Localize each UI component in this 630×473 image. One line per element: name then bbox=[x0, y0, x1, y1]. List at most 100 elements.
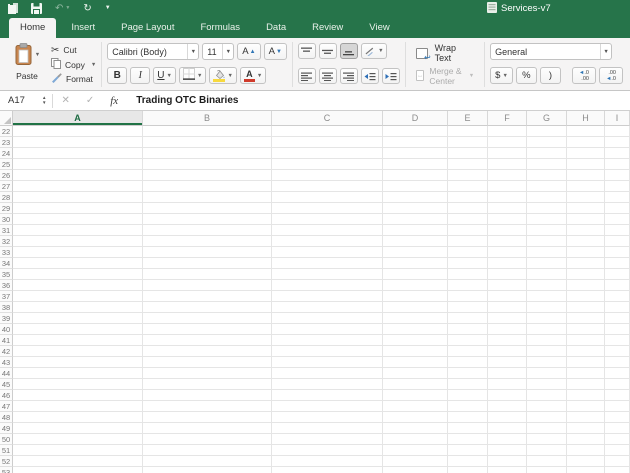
cell-G36[interactable] bbox=[527, 280, 567, 291]
cell-E28[interactable] bbox=[448, 192, 488, 203]
cell-F37[interactable] bbox=[488, 291, 527, 302]
cell-C53[interactable] bbox=[272, 467, 383, 473]
row-header-32[interactable]: 32 bbox=[0, 236, 13, 247]
cell-C46[interactable] bbox=[272, 390, 383, 401]
cell-I32[interactable] bbox=[605, 236, 630, 247]
select-all-corner[interactable] bbox=[0, 111, 13, 126]
cell-G27[interactable] bbox=[527, 181, 567, 192]
cell-E49[interactable] bbox=[448, 423, 488, 434]
cell-D23[interactable] bbox=[383, 137, 448, 148]
cell-D42[interactable] bbox=[383, 346, 448, 357]
cell-D29[interactable] bbox=[383, 203, 448, 214]
row-header-51[interactable]: 51 bbox=[0, 445, 13, 456]
column-header-C[interactable]: C bbox=[272, 111, 383, 126]
row-header-48[interactable]: 48 bbox=[0, 412, 13, 423]
cell-G37[interactable] bbox=[527, 291, 567, 302]
formula-input[interactable]: Trading OTC Binaries bbox=[136, 95, 238, 106]
row-header-30[interactable]: 30 bbox=[0, 214, 13, 225]
cancel-button[interactable]: ✕ bbox=[53, 95, 77, 106]
cell-G45[interactable] bbox=[527, 379, 567, 390]
currency-format-button[interactable]: $ ▼ bbox=[490, 67, 513, 84]
cell-H45[interactable] bbox=[567, 379, 605, 390]
cell-C36[interactable] bbox=[272, 280, 383, 291]
format-button[interactable]: Format bbox=[51, 73, 96, 85]
paste-dropdown-icon[interactable]: ▼ bbox=[35, 52, 40, 58]
align-bottom-button[interactable] bbox=[340, 43, 358, 59]
cell-G34[interactable] bbox=[527, 258, 567, 269]
cell-H49[interactable] bbox=[567, 423, 605, 434]
font-family-select[interactable]: Calibri (Body) ▼ bbox=[107, 43, 199, 60]
cell-E39[interactable] bbox=[448, 313, 488, 324]
cell-F41[interactable] bbox=[488, 335, 527, 346]
cell-I24[interactable] bbox=[605, 148, 630, 159]
cell-F29[interactable] bbox=[488, 203, 527, 214]
cell-H25[interactable] bbox=[567, 159, 605, 170]
name-box-stepper[interactable]: ▲▼ bbox=[42, 96, 46, 105]
cell-B33[interactable] bbox=[143, 247, 272, 258]
cell-B45[interactable] bbox=[143, 379, 272, 390]
cell-E42[interactable] bbox=[448, 346, 488, 357]
cell-E45[interactable] bbox=[448, 379, 488, 390]
row-header-29[interactable]: 29 bbox=[0, 203, 13, 214]
cell-B38[interactable] bbox=[143, 302, 272, 313]
row-header-31[interactable]: 31 bbox=[0, 225, 13, 236]
column-header-E[interactable]: E bbox=[448, 111, 488, 126]
customize-toolbar-icon[interactable]: ▼ bbox=[105, 0, 111, 17]
cell-G43[interactable] bbox=[527, 357, 567, 368]
cell-F42[interactable] bbox=[488, 346, 527, 357]
cell-G53[interactable] bbox=[527, 467, 567, 473]
cell-H51[interactable] bbox=[567, 445, 605, 456]
cell-C40[interactable] bbox=[272, 324, 383, 335]
cell-D43[interactable] bbox=[383, 357, 448, 368]
cell-B53[interactable] bbox=[143, 467, 272, 473]
cell-A27[interactable] bbox=[13, 181, 143, 192]
cell-A48[interactable] bbox=[13, 412, 143, 423]
cell-I43[interactable] bbox=[605, 357, 630, 368]
cell-H53[interactable] bbox=[567, 467, 605, 473]
row-header-53[interactable]: 53 bbox=[0, 467, 13, 473]
cell-E44[interactable] bbox=[448, 368, 488, 379]
cell-E34[interactable] bbox=[448, 258, 488, 269]
insert-function-button[interactable]: fx bbox=[102, 95, 126, 107]
enter-button[interactable]: ✓ bbox=[78, 95, 102, 106]
align-right-button[interactable] bbox=[340, 68, 358, 84]
cell-D51[interactable] bbox=[383, 445, 448, 456]
cell-A52[interactable] bbox=[13, 456, 143, 467]
row-header-39[interactable]: 39 bbox=[0, 313, 13, 324]
name-box[interactable]: A17 bbox=[0, 95, 42, 106]
cell-D41[interactable] bbox=[383, 335, 448, 346]
cell-F44[interactable] bbox=[488, 368, 527, 379]
cell-A50[interactable] bbox=[13, 434, 143, 445]
cell-C39[interactable] bbox=[272, 313, 383, 324]
cell-B36[interactable] bbox=[143, 280, 272, 291]
column-header-I[interactable]: I bbox=[605, 111, 630, 126]
cell-F48[interactable] bbox=[488, 412, 527, 423]
wrap-text-button[interactable]: ↩ Wrap Text bbox=[416, 43, 474, 63]
cell-H26[interactable] bbox=[567, 170, 605, 181]
cell-F50[interactable] bbox=[488, 434, 527, 445]
cell-G25[interactable] bbox=[527, 159, 567, 170]
cell-G46[interactable] bbox=[527, 390, 567, 401]
cell-C29[interactable] bbox=[272, 203, 383, 214]
cell-H38[interactable] bbox=[567, 302, 605, 313]
undo-icon[interactable]: ↶▼ bbox=[55, 0, 70, 17]
cell-H32[interactable] bbox=[567, 236, 605, 247]
cell-I22[interactable] bbox=[605, 126, 630, 137]
cell-D33[interactable] bbox=[383, 247, 448, 258]
number-format-select[interactable]: General ▼ bbox=[490, 43, 612, 60]
comma-format-button[interactable]: ) bbox=[540, 67, 561, 84]
cell-C24[interactable] bbox=[272, 148, 383, 159]
decrease-indent-button[interactable] bbox=[361, 68, 379, 84]
row-header-43[interactable]: 43 bbox=[0, 357, 13, 368]
fill-color-dropdown-icon[interactable]: ▼ bbox=[227, 73, 232, 79]
cell-G22[interactable] bbox=[527, 126, 567, 137]
cell-A47[interactable] bbox=[13, 401, 143, 412]
cell-A44[interactable] bbox=[13, 368, 143, 379]
cell-B42[interactable] bbox=[143, 346, 272, 357]
cell-G48[interactable] bbox=[527, 412, 567, 423]
column-header-B[interactable]: B bbox=[143, 111, 272, 126]
row-header-34[interactable]: 34 bbox=[0, 258, 13, 269]
cell-H48[interactable] bbox=[567, 412, 605, 423]
cell-A34[interactable] bbox=[13, 258, 143, 269]
align-center-button[interactable] bbox=[319, 68, 337, 84]
